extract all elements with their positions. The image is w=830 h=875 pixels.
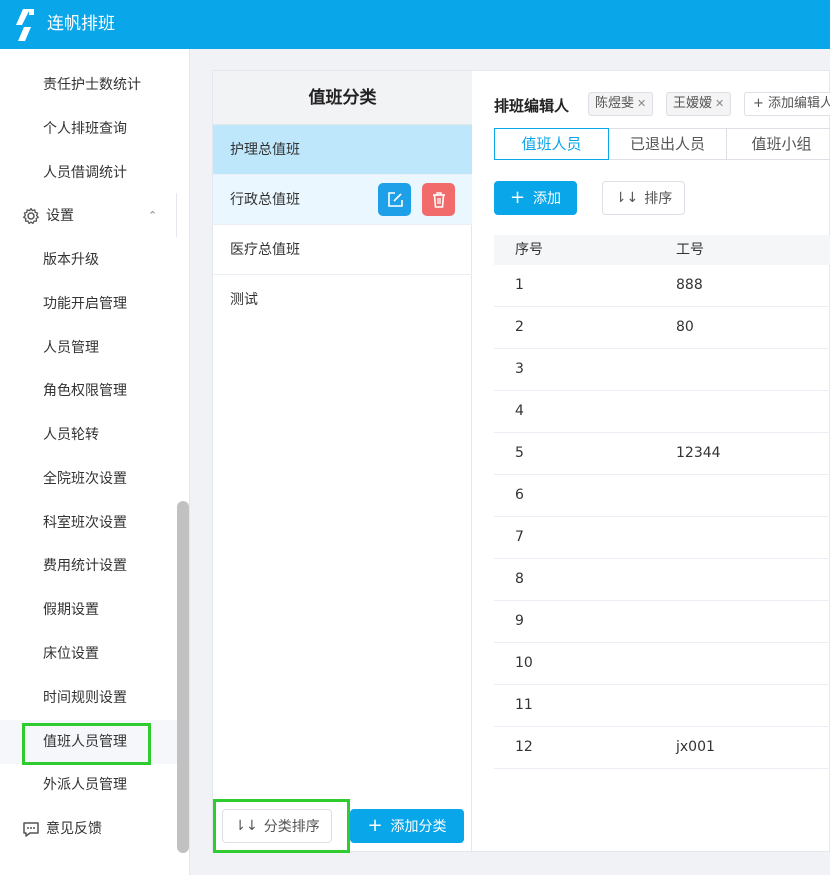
category-panel: 值班分类 护理总值班 行政总值班 医疗总值班 测试 ⇂↓ 分类排序 + 添加分类: [213, 71, 472, 853]
plus-icon: +: [509, 187, 526, 208]
app-logo: [16, 9, 34, 41]
tab-bar: 值班人员 已退出人员 值班小组: [494, 128, 830, 160]
sidebar-item-role-permissions[interactable]: 角色权限管理: [0, 369, 178, 413]
category-item-medical[interactable]: 医疗总值班: [213, 225, 472, 275]
table-row[interactable]: 8: [494, 559, 830, 601]
table-row[interactable]: 12 jx001: [494, 727, 830, 769]
column-header-job-number: 工号: [676, 242, 704, 258]
column-header-index: 序号: [515, 242, 543, 258]
category-panel-title: 值班分类: [213, 71, 472, 125]
editors-label: 排班编辑人: [494, 97, 570, 115]
editor-tag: 陈煜斐 ✕: [588, 92, 654, 116]
sidebar-item-time-rules[interactable]: 时间规则设置: [0, 676, 178, 720]
category-item-test[interactable]: 测试: [213, 275, 472, 325]
highlight-box-category-sort: [213, 799, 350, 853]
sidebar-item-staff-management[interactable]: 人员管理: [0, 326, 178, 370]
sidebar-item-secondment-stats[interactable]: 人员借调统计: [0, 151, 178, 195]
table-row[interactable]: 2 80: [494, 307, 830, 349]
add-editor-button[interactable]: + 添加编辑人: [744, 92, 830, 116]
tab-duty-staff[interactable]: 值班人员: [494, 128, 609, 160]
sidebar-item-cost-stats[interactable]: 费用统计设置: [0, 544, 178, 588]
sidebar-item-bed-settings[interactable]: 床位设置: [0, 632, 178, 676]
table-row[interactable]: 3: [494, 349, 830, 391]
sidebar-item-hospital-shifts[interactable]: 全院班次设置: [0, 457, 178, 501]
add-staff-button[interactable]: + 添加: [494, 181, 577, 215]
table-row[interactable]: 10: [494, 643, 830, 685]
sidebar-item-dept-shifts[interactable]: 科室班次设置: [0, 501, 178, 545]
sidebar-item-nurse-stats[interactable]: 责任护士数统计: [0, 63, 178, 107]
category-item-nursing[interactable]: 护理总值班: [213, 125, 472, 175]
edit-category-button[interactable]: [378, 183, 411, 216]
top-bar: 连帆排班: [0, 0, 830, 49]
sidebar-item-feedback[interactable]: 意见反馈: [0, 807, 178, 851]
sidebar-group-settings-label: 设置: [46, 208, 74, 224]
sidebar-divider: [176, 193, 177, 237]
sidebar-item-version-upgrade[interactable]: 版本升级: [0, 238, 178, 282]
category-item-admin[interactable]: 行政总值班: [213, 175, 472, 225]
delete-category-button[interactable]: [422, 183, 455, 216]
edit-icon: [387, 191, 403, 207]
table-row[interactable]: 9: [494, 601, 830, 643]
chat-icon: [23, 822, 39, 837]
gear-icon: [23, 207, 39, 225]
close-icon[interactable]: ✕: [715, 97, 724, 110]
highlight-box-duty-staff: [22, 723, 151, 765]
sidebar-item-staff-rotation[interactable]: 人员轮转: [0, 413, 178, 457]
sidebar-scrollbar[interactable]: [177, 501, 189, 853]
chevron-up-icon: ⌃: [148, 209, 158, 222]
sidebar-item-holiday-settings[interactable]: 假期设置: [0, 588, 178, 632]
table-row[interactable]: 1 888: [494, 265, 830, 307]
sidebar: 责任护士数统计 个人排班查询 人员借调统计 设置 ⌃ 版本升级 功能开启管理 人…: [0, 49, 190, 875]
table-row[interactable]: 6: [494, 475, 830, 517]
tab-duty-groups[interactable]: 值班小组: [727, 128, 830, 160]
trash-icon: [432, 191, 445, 208]
app-title: 连帆排班: [47, 14, 115, 34]
tab-exited-staff[interactable]: 已退出人员: [609, 128, 727, 160]
table-row[interactable]: 4: [494, 391, 830, 433]
table-row[interactable]: 7: [494, 517, 830, 559]
table-header: 序号 工号: [494, 235, 830, 265]
sidebar-item-personal-schedule[interactable]: 个人排班查询: [0, 107, 178, 151]
sidebar-item-feedback-label: 意见反馈: [46, 821, 102, 837]
table-row[interactable]: 5 12344: [494, 433, 830, 475]
content-card: 值班分类 护理总值班 行政总值班 医疗总值班 测试 ⇂↓ 分类排序 + 添加分类…: [212, 70, 830, 853]
sidebar-group-settings[interactable]: 设置 ⌃: [0, 194, 178, 238]
sidebar-item-external-staff[interactable]: 外派人员管理: [0, 763, 178, 807]
add-category-button[interactable]: + 添加分类: [350, 809, 464, 843]
sidebar-item-feature-toggle[interactable]: 功能开启管理: [0, 282, 178, 326]
sort-icon: ⇂↓: [614, 190, 639, 206]
close-icon[interactable]: ✕: [637, 97, 646, 110]
sort-staff-button[interactable]: ⇂↓ 排序: [602, 181, 685, 215]
editor-tag: 王嫒嫒 ✕: [666, 92, 732, 116]
table-row[interactable]: 11: [494, 685, 830, 727]
plus-icon: +: [367, 815, 383, 836]
